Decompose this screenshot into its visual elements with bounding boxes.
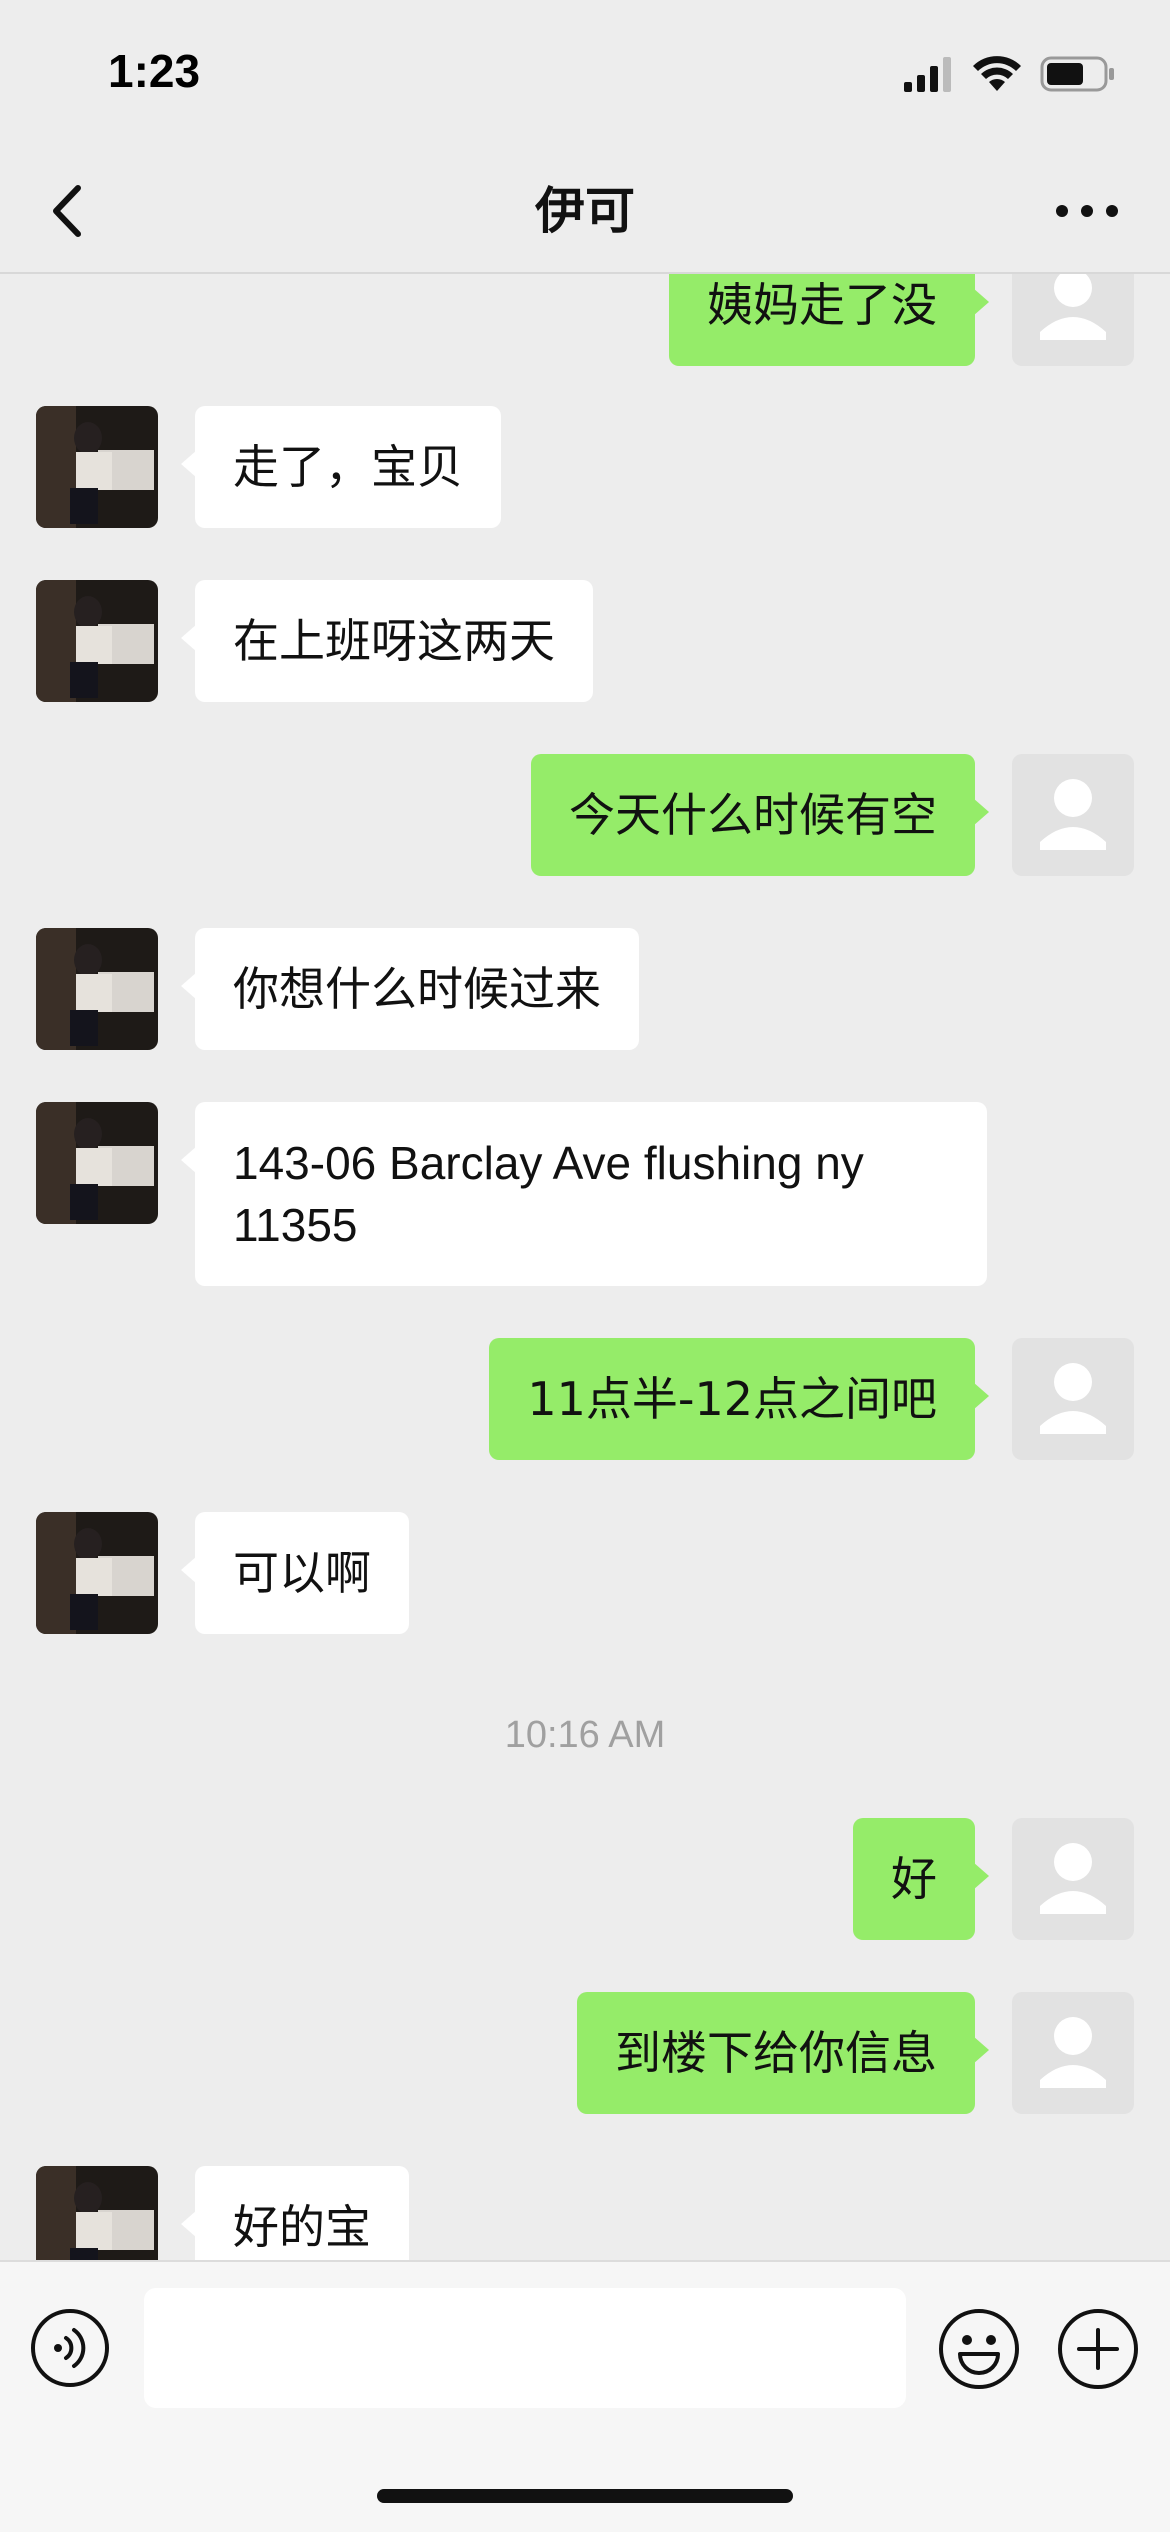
message-text: 今天什么时候有空 (569, 788, 937, 842)
default-avatar-icon (1040, 1363, 1106, 1434)
contact-avatar[interactable] (36, 2166, 158, 2260)
home-indicator[interactable] (377, 2489, 793, 2503)
plus-circle-icon[interactable] (1057, 2308, 1139, 2390)
battery-icon (1040, 56, 1114, 92)
contact-avatar[interactable] (36, 1102, 158, 1224)
status-time: 1:23 (108, 45, 201, 97)
received-message-bubble[interactable]: 你想什么时候过来 (181, 928, 639, 1050)
status-icons (904, 52, 1116, 96)
wifi-icon (973, 56, 1021, 91)
contact-avatar[interactable] (36, 406, 158, 528)
contact-avatar[interactable] (36, 1512, 158, 1634)
message-text: 可以啊 (233, 1546, 371, 1600)
message-text: 在上班呀这两天 (233, 614, 555, 668)
message-text: 姨妈走了没 (707, 278, 937, 332)
message-text: 你想什么时候过来 (233, 962, 601, 1016)
my-avatar[interactable] (1012, 1992, 1134, 2114)
status-bar: 1:23 (0, 0, 1170, 150)
contact-photo (36, 406, 158, 528)
received-message-bubble[interactable]: 在上班呀这两天 (181, 580, 593, 702)
nav-bar: 伊可 (0, 150, 1170, 274)
message-text: 走了，宝贝 (233, 440, 463, 494)
message-text: 好的宝 (233, 2200, 371, 2254)
contact-avatar[interactable] (36, 928, 158, 1050)
message-text: 11点半-12点之间吧 (527, 1372, 937, 1426)
message-text: 好 (891, 1852, 937, 1906)
my-avatar[interactable] (1012, 272, 1134, 366)
ellipsis-icon[interactable] (1052, 186, 1122, 236)
chat-screen: 1:23 伊可 姨妈走了没 走了，宝贝 在上班呀这两天 今天什么时候有空 你想什… (0, 0, 1170, 2532)
contact-photo (36, 1512, 158, 1634)
sent-message-bubble[interactable]: 到楼下给你信息 (577, 1992, 989, 2114)
received-message-bubble[interactable]: 143-06 Barclay Ave flushing ny 11355 (181, 1102, 987, 1286)
message-list: 姨妈走了没 走了，宝贝 在上班呀这两天 今天什么时候有空 你想什么时候过来 14… (0, 272, 1170, 2260)
my-avatar[interactable] (1012, 1818, 1134, 1940)
default-avatar-icon (1040, 779, 1106, 850)
default-avatar-icon (1040, 1843, 1106, 1914)
message-input[interactable] (144, 2288, 906, 2408)
contact-photo (36, 1102, 158, 1224)
default-avatar-icon (1040, 2017, 1106, 2088)
message-timestamp: 10:16 AM (504, 1714, 666, 1756)
my-avatar[interactable] (1012, 754, 1134, 876)
cellular-signal-icon (904, 57, 951, 92)
my-avatar[interactable] (1012, 1338, 1134, 1460)
contact-avatar[interactable] (36, 580, 158, 702)
sent-message-bubble[interactable]: 好 (853, 1818, 989, 1940)
contact-photo (36, 2166, 158, 2260)
default-avatar-icon (1040, 272, 1106, 340)
message-text: 到楼下给你信息 (615, 2026, 937, 2080)
sent-message-bubble[interactable]: 11点半-12点之间吧 (489, 1338, 989, 1460)
received-message-bubble[interactable]: 好的宝 (181, 2166, 409, 2260)
contact-photo (36, 580, 158, 702)
received-message-bubble[interactable]: 可以啊 (181, 1512, 409, 1634)
sent-message-bubble[interactable]: 姨妈走了没 (669, 272, 989, 366)
smiley-icon[interactable] (938, 2308, 1020, 2390)
chat-title: 伊可 (535, 182, 635, 240)
received-message-bubble[interactable]: 走了，宝贝 (181, 406, 501, 528)
voice-icon[interactable] (30, 2308, 110, 2388)
message-text: 143-06 Barclay Ave flushing ny 11355 (233, 1137, 864, 1251)
sent-message-bubble[interactable]: 今天什么时候有空 (531, 754, 989, 876)
contact-photo (36, 928, 158, 1050)
